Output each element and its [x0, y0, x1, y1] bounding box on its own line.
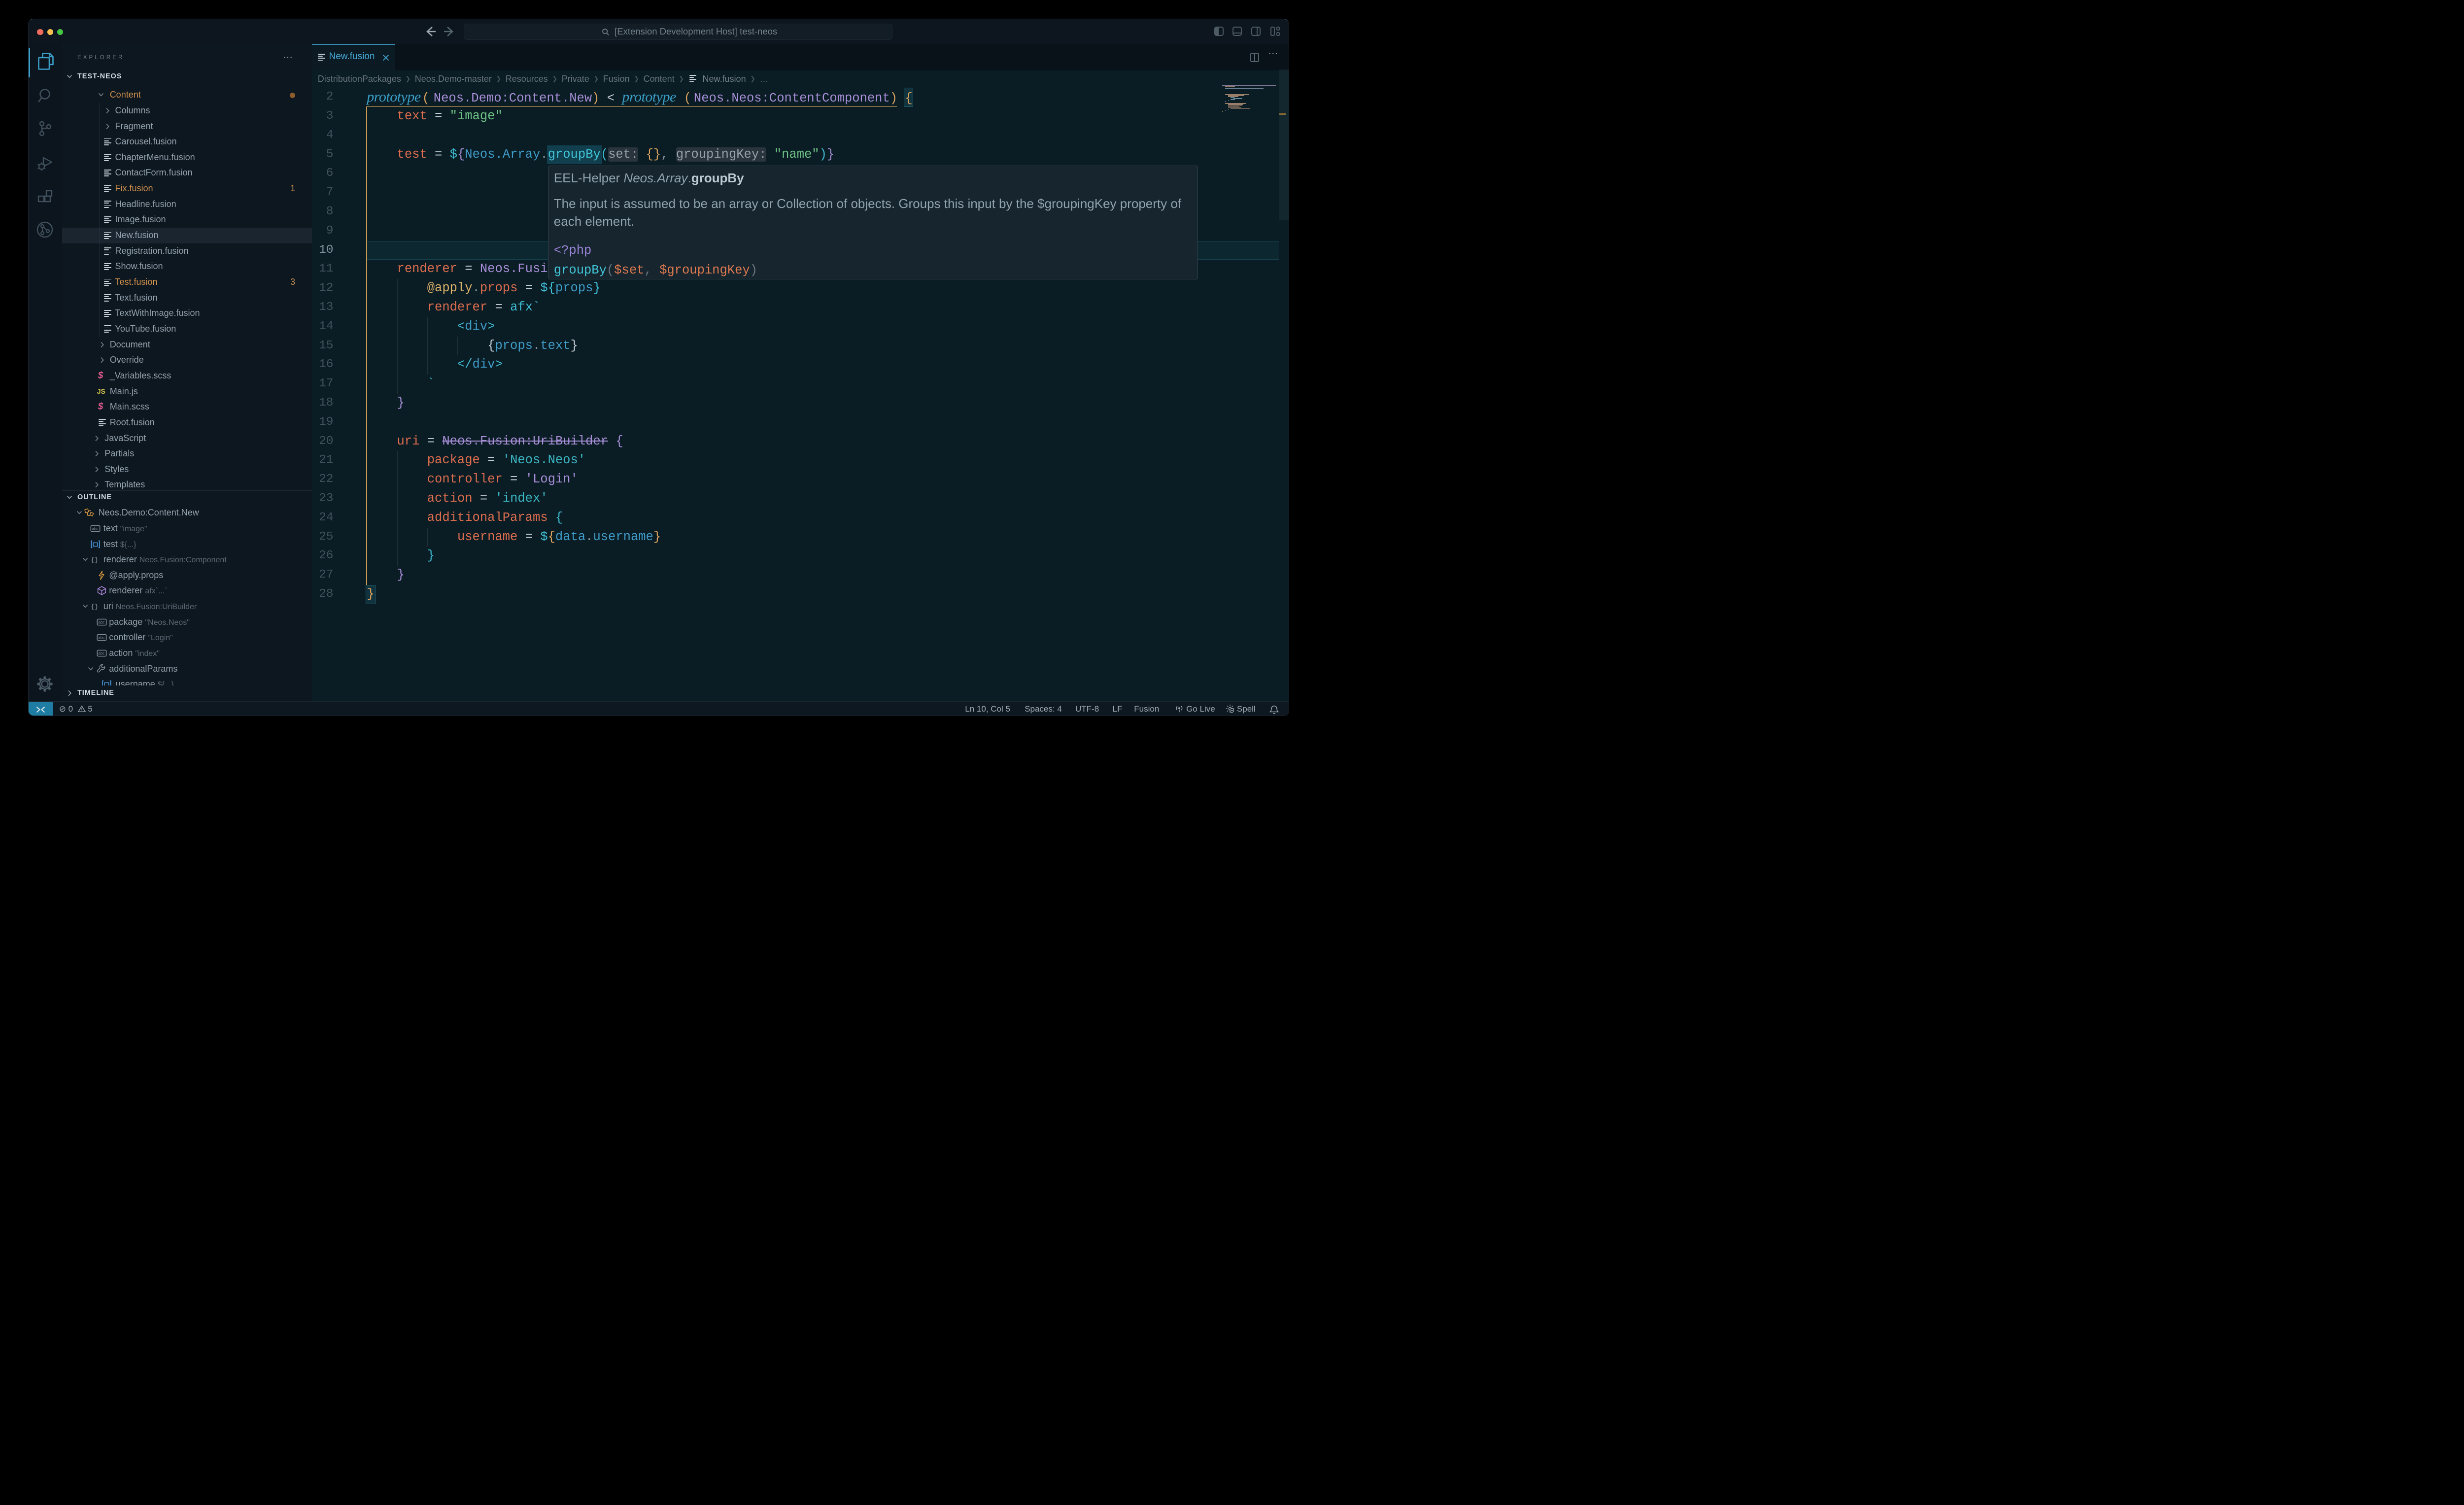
svg-text:abc: abc: [99, 651, 105, 656]
svg-text:abc: abc: [92, 526, 99, 531]
svg-text:abc: abc: [99, 620, 105, 624]
svg-text:{}: {}: [91, 556, 99, 564]
svg-text:{}: {}: [91, 603, 99, 611]
svg-text:abc: abc: [99, 636, 105, 640]
